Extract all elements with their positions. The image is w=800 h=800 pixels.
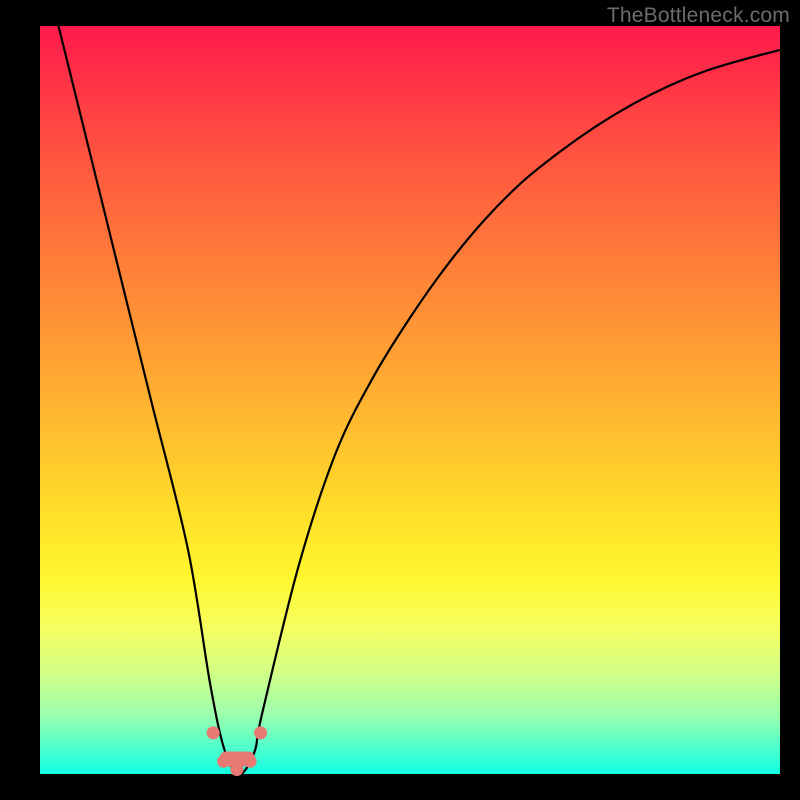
watermark-text: TheBottleneck.com — [607, 4, 790, 28]
marker-dot — [230, 763, 243, 776]
marker-dot — [254, 726, 267, 739]
bottleneck-curve — [40, 0, 780, 774]
marker-dot — [217, 755, 230, 768]
marker-dot — [207, 726, 220, 739]
chart-svg — [40, 26, 780, 774]
plot-area — [40, 26, 780, 774]
marker-group — [207, 726, 267, 776]
chart-frame: TheBottleneck.com — [0, 0, 800, 800]
marker-dot — [244, 755, 257, 768]
